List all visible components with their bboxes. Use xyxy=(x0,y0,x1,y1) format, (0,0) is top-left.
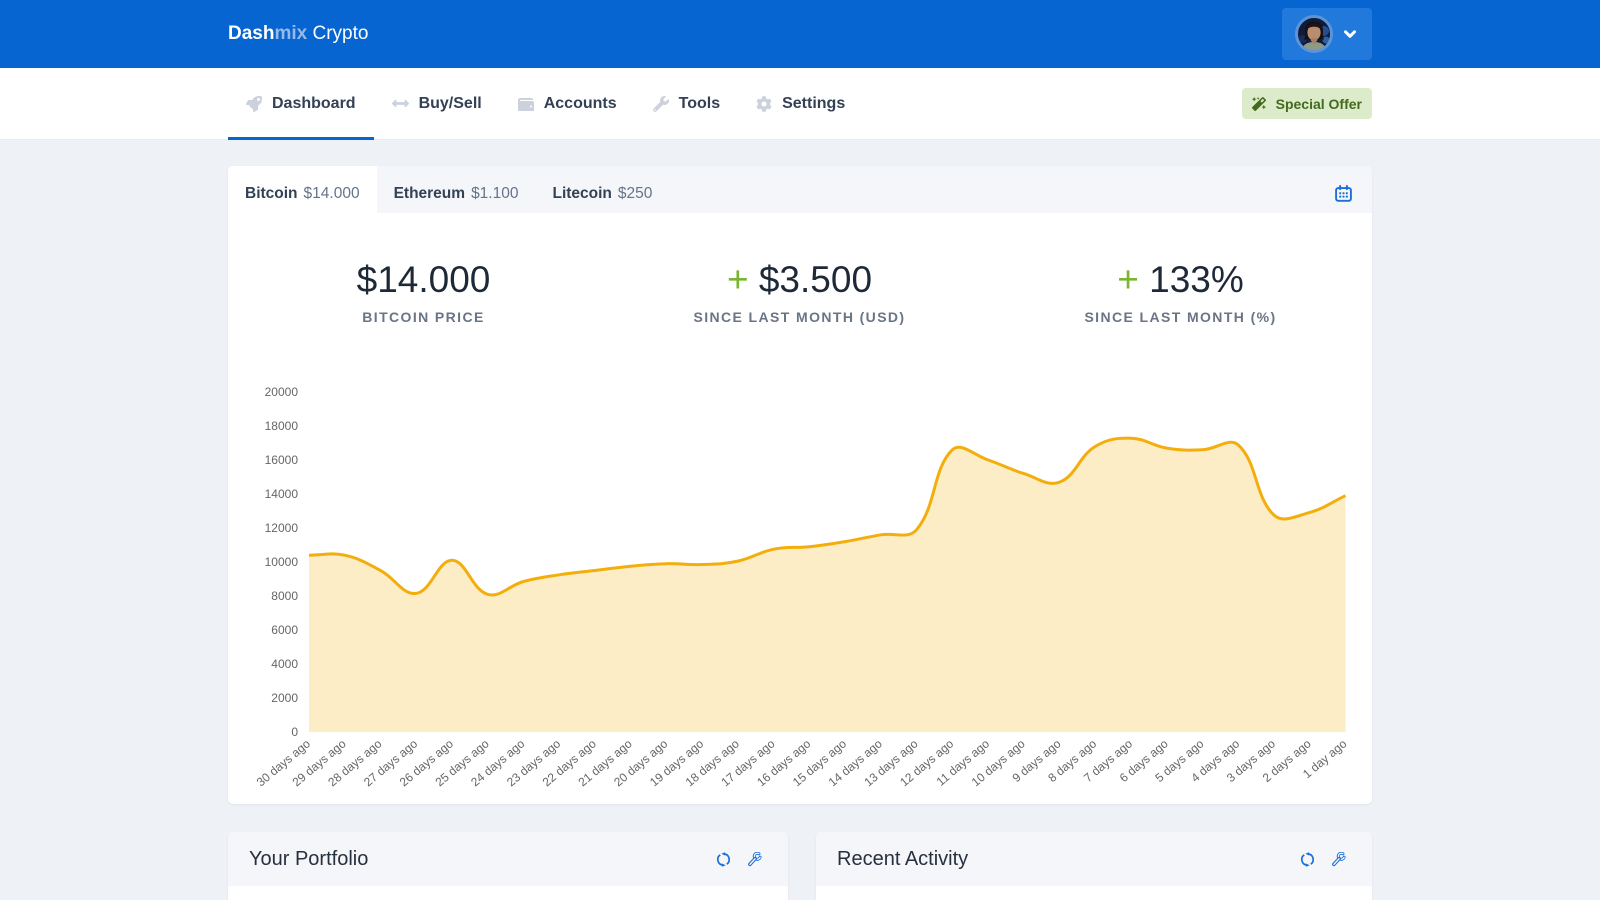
svg-text:12000: 12000 xyxy=(265,521,299,535)
svg-text:8000: 8000 xyxy=(271,589,298,603)
svg-text:0: 0 xyxy=(291,725,298,739)
svg-text:20000: 20000 xyxy=(265,385,299,399)
svg-text:2000: 2000 xyxy=(271,691,298,705)
svg-text:6000: 6000 xyxy=(271,623,298,637)
svg-text:14000: 14000 xyxy=(265,487,299,501)
svg-text:16000: 16000 xyxy=(265,453,299,467)
svg-text:18000: 18000 xyxy=(265,419,299,433)
svg-text:4000: 4000 xyxy=(271,657,298,671)
svg-text:10000: 10000 xyxy=(265,555,299,569)
